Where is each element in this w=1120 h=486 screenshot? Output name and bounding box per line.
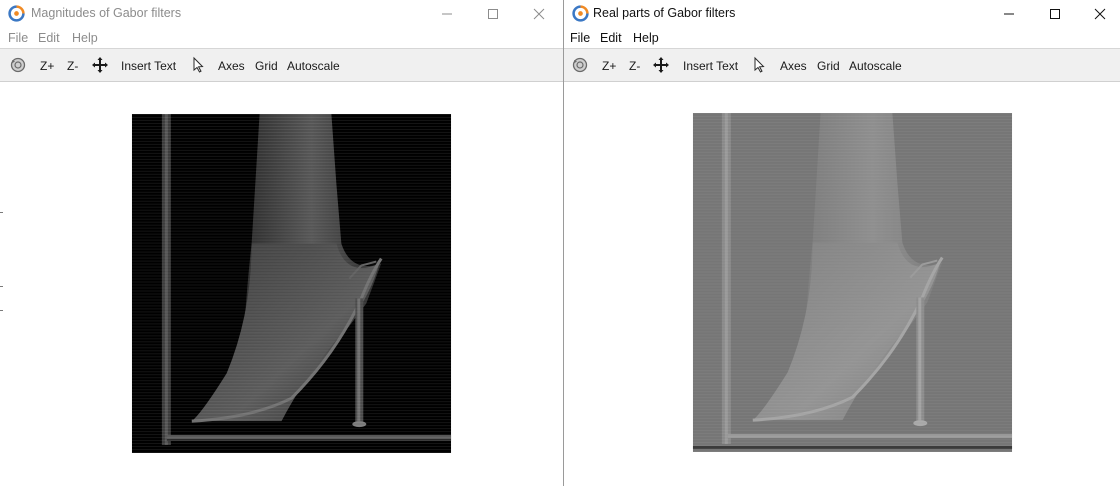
pointer-icon[interactable] xyxy=(190,56,208,74)
menu-bar: File Edit Help xyxy=(0,28,563,48)
menu-help[interactable]: Help xyxy=(72,31,98,45)
autoscale-button[interactable]: Autoscale xyxy=(287,59,340,73)
menu-file[interactable]: File xyxy=(8,31,28,45)
grid-button[interactable]: Grid xyxy=(255,59,278,73)
window-real-parts[interactable]: Real parts of Gabor filters File Edit He… xyxy=(563,0,1120,486)
axes-button[interactable]: Axes xyxy=(218,59,245,73)
octave-app-icon xyxy=(572,5,589,22)
close-button[interactable] xyxy=(1077,0,1120,27)
pan-move-icon[interactable] xyxy=(652,56,670,74)
close-button[interactable] xyxy=(516,0,562,27)
close-icon xyxy=(533,8,545,20)
menu-bar: File Edit Help xyxy=(564,28,1120,48)
menu-edit[interactable]: Edit xyxy=(600,31,622,45)
title-bar[interactable]: Real parts of Gabor filters xyxy=(564,0,1120,27)
figure-toolbar: Z+ Z- Insert Text Axes Grid Autoscale xyxy=(564,48,1120,82)
insert-text-button[interactable]: Insert Text xyxy=(121,59,176,73)
minimize-icon xyxy=(1004,13,1014,15)
zoom-in-button[interactable]: Z+ xyxy=(40,59,54,73)
gabor-magnitude-image xyxy=(131,114,452,453)
edge-tick xyxy=(0,310,3,311)
grid-button[interactable]: Grid xyxy=(817,59,840,73)
window-title: Real parts of Gabor filters xyxy=(593,6,736,20)
maximize-button[interactable] xyxy=(1032,0,1078,27)
title-bar[interactable]: Magnitudes of Gabor filters xyxy=(0,0,563,27)
zoom-out-button[interactable]: Z- xyxy=(629,59,640,73)
minimize-button[interactable] xyxy=(986,0,1032,27)
gabor-real-part-image xyxy=(692,113,1013,452)
minimize-icon xyxy=(442,13,452,15)
maximize-icon xyxy=(488,9,498,19)
autoscale-button[interactable]: Autoscale xyxy=(849,59,902,73)
octave-app-icon xyxy=(8,5,25,22)
window-magnitudes[interactable]: Magnitudes of Gabor filters File Edit He… xyxy=(0,0,563,486)
rotate-3d-icon[interactable] xyxy=(9,56,27,74)
maximize-icon xyxy=(1050,9,1060,19)
figure-toolbar: Z+ Z- Insert Text Axes Grid Autoscale xyxy=(0,48,563,82)
zoom-in-button[interactable]: Z+ xyxy=(602,59,616,73)
window-title: Magnitudes of Gabor filters xyxy=(31,6,182,20)
figure-canvas[interactable] xyxy=(0,82,563,486)
minimize-button[interactable] xyxy=(424,0,470,27)
figure-canvas[interactable] xyxy=(564,82,1120,486)
edge-tick xyxy=(0,212,3,213)
maximize-button[interactable] xyxy=(470,0,516,27)
zoom-out-button[interactable]: Z- xyxy=(67,59,78,73)
rotate-3d-icon[interactable] xyxy=(571,56,589,74)
menu-file[interactable]: File xyxy=(570,31,590,45)
pointer-icon[interactable] xyxy=(751,56,769,74)
menu-help[interactable]: Help xyxy=(633,31,659,45)
axes-button[interactable]: Axes xyxy=(780,59,807,73)
close-icon xyxy=(1094,8,1106,20)
menu-edit[interactable]: Edit xyxy=(38,31,60,45)
edge-tick xyxy=(0,286,3,287)
pan-move-icon[interactable] xyxy=(91,56,109,74)
insert-text-button[interactable]: Insert Text xyxy=(683,59,738,73)
